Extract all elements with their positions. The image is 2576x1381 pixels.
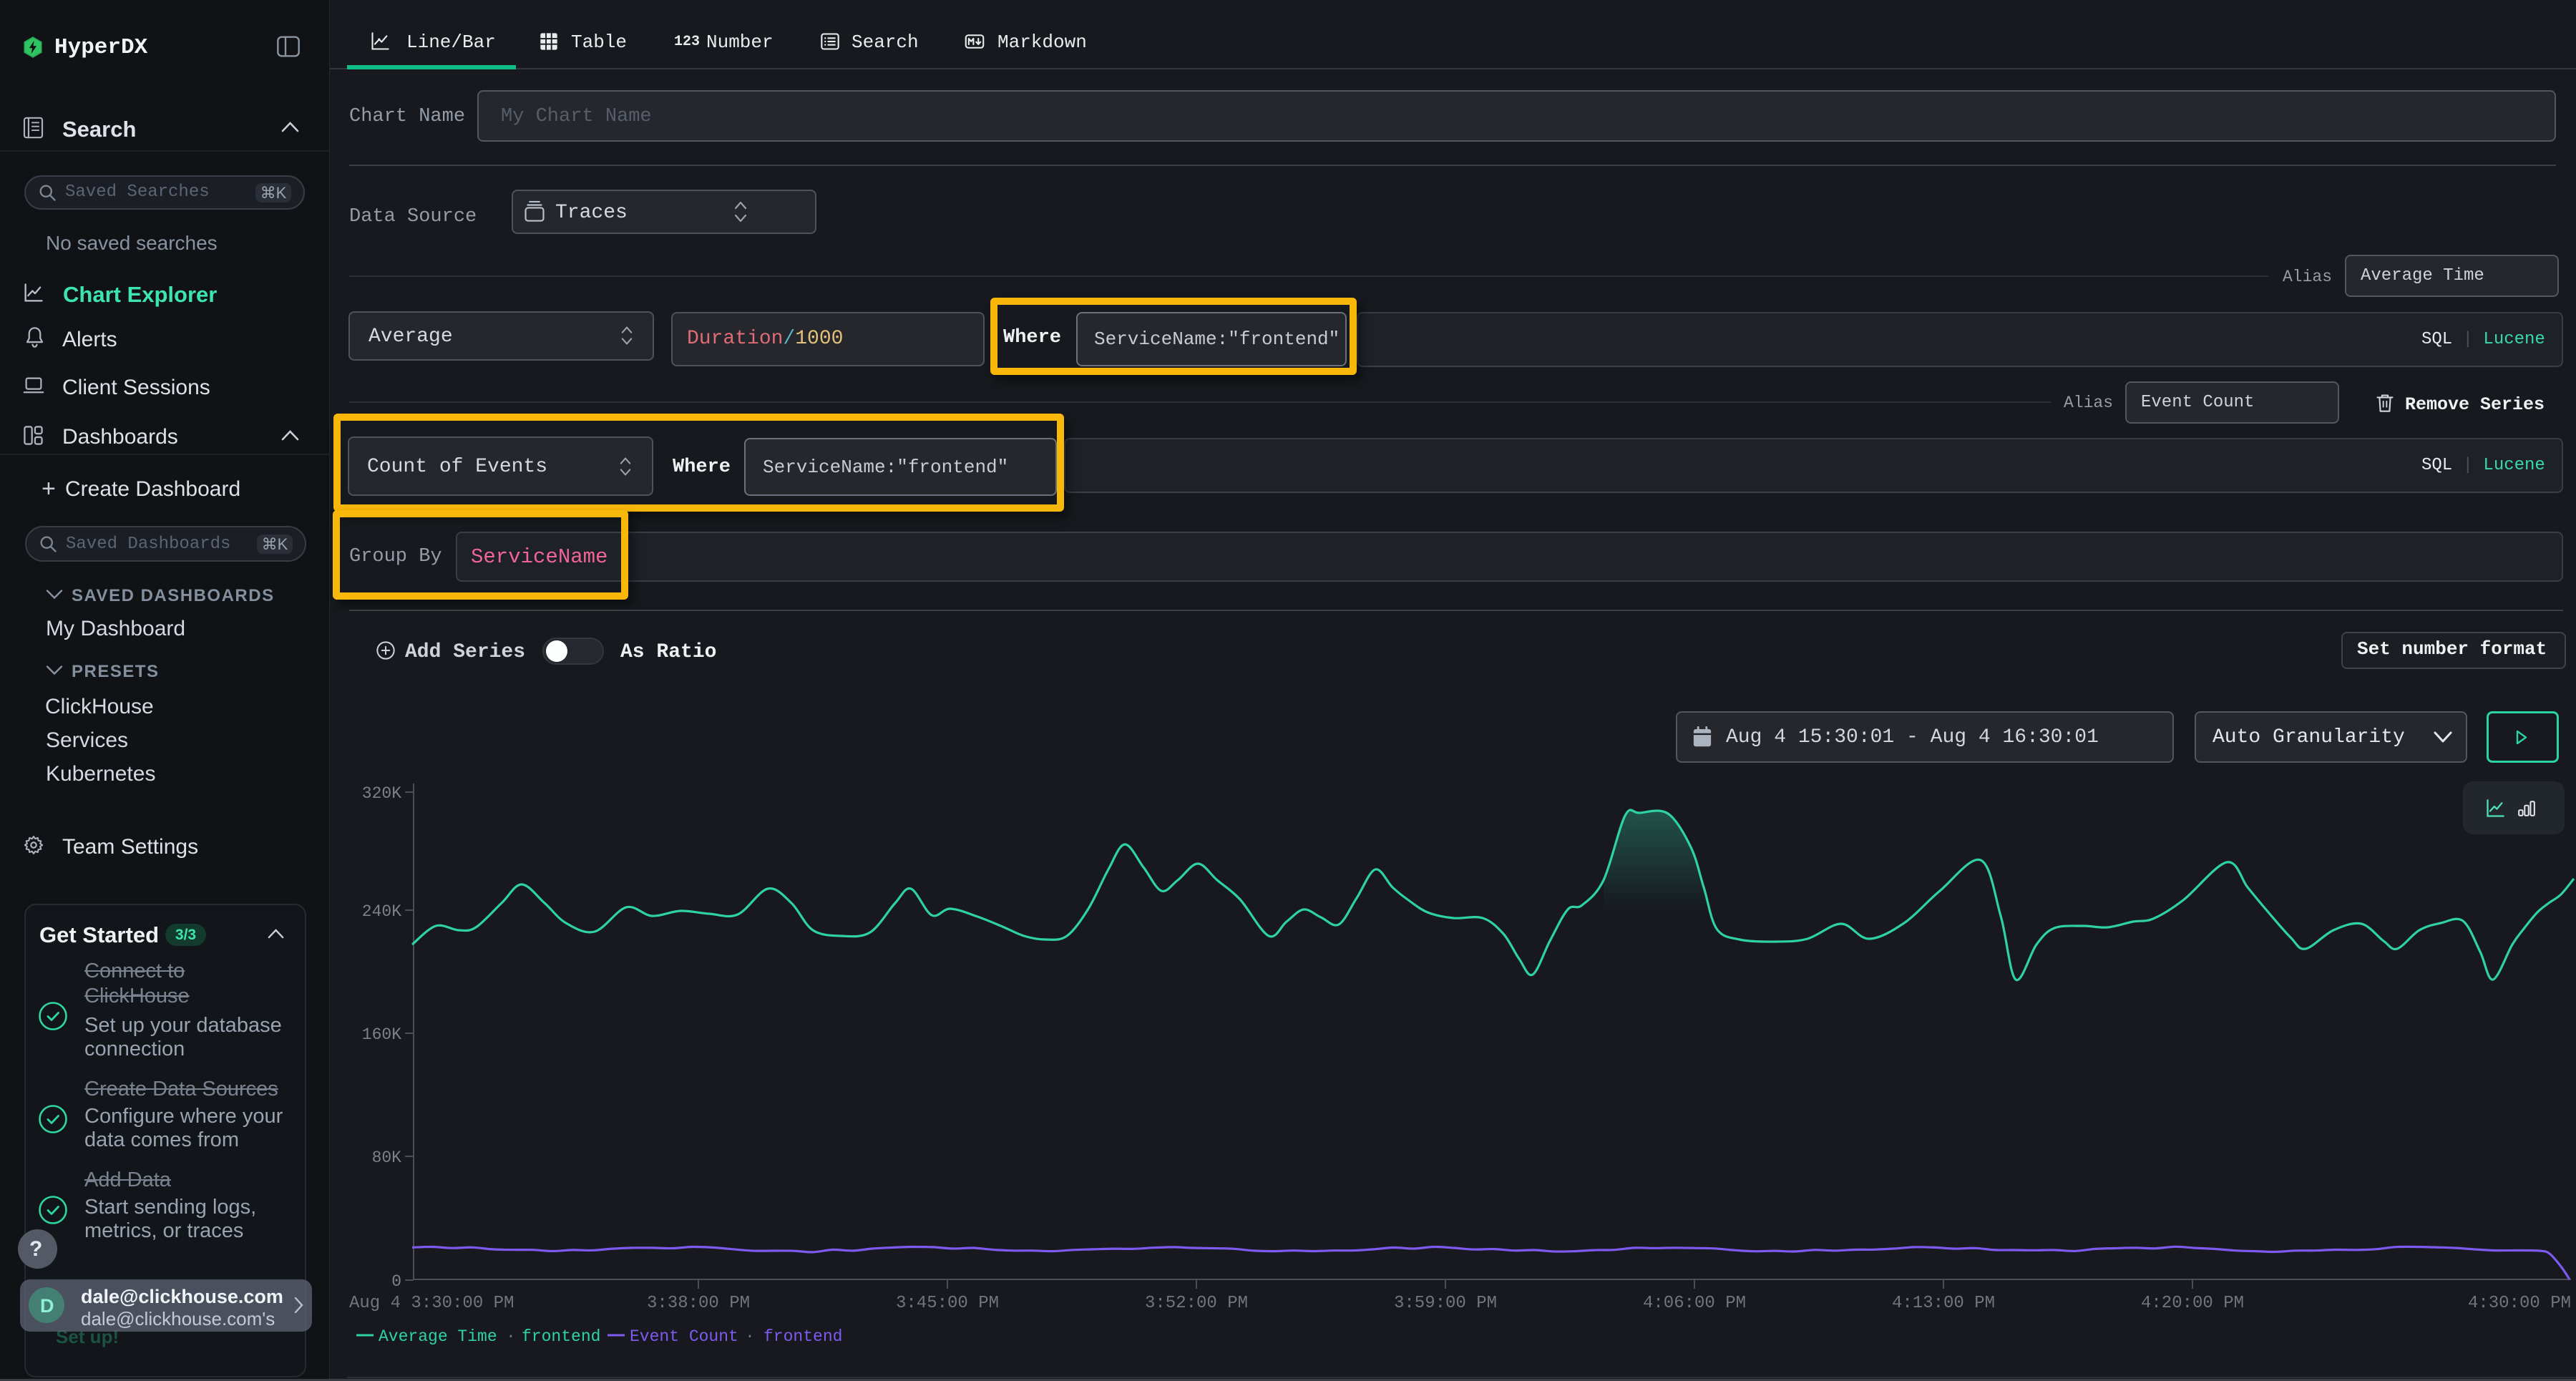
svg-text:·: · (506, 1327, 516, 1346)
svg-text:4:30:00 PM: 4:30:00 PM (2468, 1294, 2571, 1313)
svg-text:320K: 320K (362, 784, 401, 803)
svg-text:frontend: frontend (522, 1327, 600, 1346)
svg-text:3:45:00 PM: 3:45:00 PM (896, 1294, 999, 1313)
svg-text:0: 0 (391, 1272, 401, 1291)
svg-text:3:38:00 PM: 3:38:00 PM (647, 1294, 750, 1313)
svg-text:Aug 4 3:30:00 PM: Aug 4 3:30:00 PM (349, 1294, 514, 1313)
svg-text:80K: 80K (372, 1148, 402, 1167)
svg-text:Event Count: Event Count (630, 1327, 738, 1346)
svg-text:4:13:00 PM: 4:13:00 PM (1892, 1294, 1995, 1313)
svg-text:·: · (745, 1327, 755, 1346)
svg-text:240K: 240K (362, 902, 401, 921)
svg-text:160K: 160K (362, 1025, 401, 1044)
svg-text:4:06:00 PM: 4:06:00 PM (1643, 1294, 1746, 1313)
svg-text:4:20:00 PM: 4:20:00 PM (2141, 1294, 2244, 1313)
svg-text:3:52:00 PM: 3:52:00 PM (1145, 1294, 1248, 1313)
svg-text:3:59:00 PM: 3:59:00 PM (1394, 1294, 1497, 1313)
svg-text:Average Time: Average Time (379, 1327, 497, 1346)
svg-text:frontend: frontend (763, 1327, 842, 1346)
